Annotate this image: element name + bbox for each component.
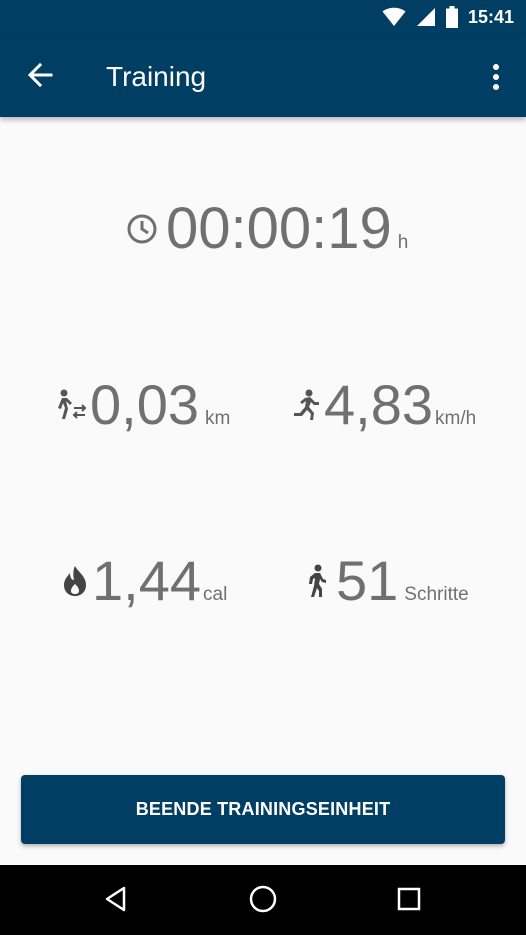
signal-icon bbox=[416, 7, 436, 27]
overflow-menu-button[interactable] bbox=[484, 61, 508, 93]
more-vert-icon-dot bbox=[493, 74, 499, 80]
page-title: Training bbox=[106, 61, 207, 92]
training-content: 00:00:19 h 0,03 km 4,83 km/h 1,44 cal 51… bbox=[0, 117, 526, 865]
finish-training-button[interactable]: BEENDE TRAININGSEINHEIT bbox=[21, 775, 505, 844]
flame-icon bbox=[62, 565, 88, 597]
speed-value: 4,83 bbox=[324, 373, 433, 436]
arrow-back-icon bbox=[27, 62, 53, 93]
steps-metric: 51 Schritte bbox=[306, 551, 469, 611]
walking-distance-icon bbox=[54, 388, 88, 422]
distance-value: 0,03 bbox=[90, 373, 199, 436]
running-icon bbox=[292, 389, 320, 421]
recents-square-icon bbox=[396, 886, 422, 917]
status-bar: 15:41 bbox=[0, 0, 526, 35]
back-triangle-icon bbox=[102, 885, 130, 918]
battery-icon bbox=[445, 6, 458, 28]
walking-icon bbox=[306, 564, 328, 598]
nav-recents-button[interactable] bbox=[391, 883, 427, 919]
clock-icon bbox=[126, 213, 158, 245]
steps-value: 51 bbox=[336, 549, 399, 612]
app-bar: Training bbox=[0, 35, 526, 117]
calories-value: 1,44 bbox=[92, 549, 201, 612]
calories-metric: 1,44 cal bbox=[62, 551, 227, 611]
speed-metric: 4,83 km/h bbox=[292, 375, 476, 435]
duration-unit: h bbox=[397, 232, 409, 253]
nav-back-button[interactable] bbox=[98, 883, 134, 919]
more-vert-icon-dot bbox=[493, 84, 499, 90]
status-icons: 15:41 bbox=[382, 6, 514, 28]
more-vert-icon-dot bbox=[493, 64, 499, 70]
home-circle-icon bbox=[248, 884, 278, 919]
system-nav-bar bbox=[0, 865, 526, 935]
steps-unit: Schritte bbox=[404, 584, 469, 605]
nav-home-button[interactable] bbox=[245, 883, 281, 919]
distance-unit: km bbox=[205, 408, 231, 429]
duration-value: 00:00:19 bbox=[166, 196, 392, 261]
wifi-icon bbox=[382, 7, 406, 27]
status-time: 15:41 bbox=[467, 6, 514, 27]
calories-unit: cal bbox=[203, 584, 228, 605]
speed-unit: km/h bbox=[435, 408, 477, 429]
duration-metric: 00:00:19 h bbox=[126, 199, 408, 259]
back-button[interactable] bbox=[22, 59, 58, 95]
distance-metric: 0,03 km bbox=[54, 375, 230, 435]
